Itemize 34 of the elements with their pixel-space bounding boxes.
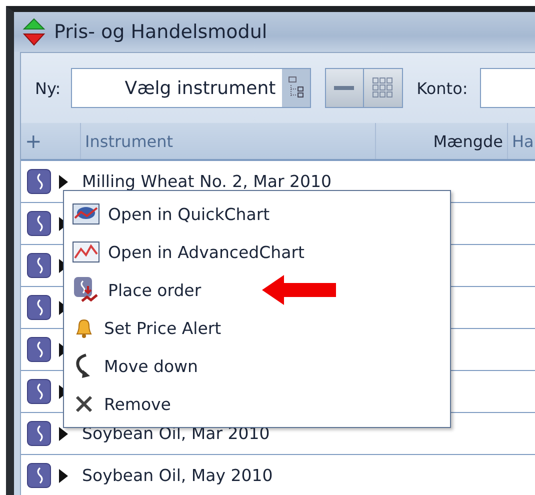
order-icon	[72, 276, 100, 304]
instrument-icon	[27, 421, 51, 446]
new-label: Ny:	[35, 78, 61, 98]
instrument-icon	[27, 295, 51, 320]
instrument-icon	[27, 463, 51, 488]
browse-button[interactable]	[282, 69, 310, 107]
line-chart-icon	[72, 240, 100, 264]
instrument-cell: Soybean Oil, May 2010	[82, 466, 273, 485]
chart-icon	[72, 202, 100, 226]
menu-item[interactable]: Open in QuickChart	[64, 195, 450, 233]
expand-arrow-icon[interactable]	[59, 174, 68, 188]
column-header[interactable]: Mængde	[376, 123, 508, 159]
instrument-cell: Milling Wheat No. 2, Mar 2010	[82, 172, 332, 191]
menu-item[interactable]: Remove	[64, 385, 450, 423]
instrument-icon	[27, 253, 51, 278]
account-label: Konto:	[416, 78, 468, 98]
instrument-combo[interactable]: Vælg instrument	[70, 68, 311, 108]
menu-item[interactable]: Open in AdvancedChart	[64, 233, 450, 271]
window-title: Pris- og Handelsmodul	[54, 21, 268, 43]
expand-arrow-icon[interactable]	[59, 468, 68, 482]
expand-arrow-icon[interactable]	[59, 426, 68, 440]
grid-view-button[interactable]	[364, 69, 402, 107]
menu-item[interactable]: Place order	[64, 271, 450, 309]
menu-item[interactable]: Move down	[64, 347, 450, 385]
dash-icon	[334, 86, 354, 90]
menu-item[interactable]: Set Price Alert	[64, 309, 450, 347]
up-down-arrows-icon	[20, 17, 48, 47]
instrument-icon	[27, 379, 51, 404]
grid-icon	[372, 77, 394, 99]
instrument-icon	[27, 211, 51, 236]
account-field[interactable]	[480, 68, 535, 108]
instrument-icon	[27, 337, 51, 362]
list-view-button[interactable]	[326, 69, 364, 107]
instrument-icon	[27, 169, 51, 194]
